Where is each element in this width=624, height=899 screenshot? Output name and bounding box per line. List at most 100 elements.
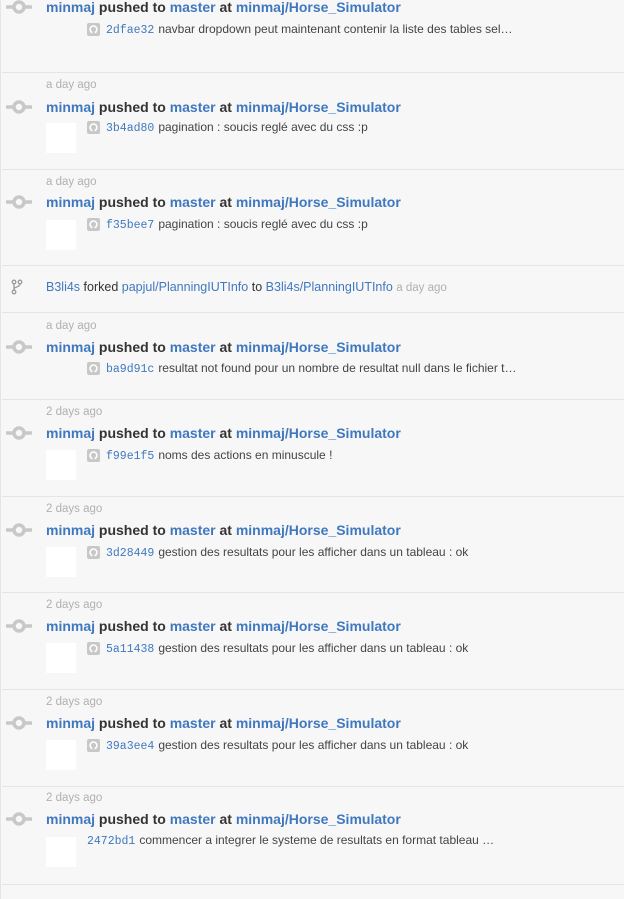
- commit-node-icon: [6, 195, 32, 209]
- source-repo-link[interactable]: papjul/PlanningIUTInfo: [122, 280, 248, 294]
- user-link[interactable]: minmaj: [46, 99, 95, 115]
- github-octocat-icon: [87, 121, 100, 134]
- avatar[interactable]: [46, 123, 76, 153]
- commit-message: gestion des resultats pour les afficher …: [158, 738, 469, 752]
- repo-link[interactable]: minmaj/Horse_Simulator: [236, 522, 401, 538]
- push-event: 2 days ago minmaj pushed to master at min…: [2, 593, 624, 690]
- event-verb: pushed to: [98, 0, 166, 15]
- commit-sha-link[interactable]: f99e1f5: [106, 450, 154, 463]
- commit-message: resultat not found pour un nombre de res…: [158, 361, 517, 375]
- user-link[interactable]: minmaj: [46, 522, 95, 538]
- repo-link[interactable]: minmaj/Horse_Simulator: [236, 715, 401, 731]
- event-verb: pushed to: [98, 618, 166, 634]
- branch-link[interactable]: master: [170, 618, 216, 634]
- repo-link[interactable]: minmaj/Horse_Simulator: [236, 425, 401, 441]
- branch-link[interactable]: master: [170, 99, 216, 115]
- event-time: 2 days ago: [46, 792, 103, 804]
- user-link[interactable]: minmaj: [46, 811, 95, 827]
- commit-line: ba9d91c resultat not found pour un nombre…: [87, 361, 517, 376]
- event-at: at: [219, 522, 232, 538]
- repo-link[interactable]: minmaj/Horse_Simulator: [236, 99, 401, 115]
- event-verb: pushed to: [98, 99, 166, 115]
- event-verb: pushed to: [98, 425, 166, 441]
- avatar[interactable]: [46, 837, 76, 867]
- branch-link[interactable]: master: [170, 522, 216, 538]
- commit-sha-link[interactable]: f35bee7: [106, 219, 154, 232]
- commit-line: 3b4ad80 pagination : soucis reglé avec du…: [87, 120, 368, 135]
- commit-sha-link[interactable]: 3b4ad80: [106, 122, 154, 135]
- user-link[interactable]: minmaj: [46, 0, 95, 15]
- commit-sha-link[interactable]: 2472bd1: [87, 835, 135, 848]
- event-title: minmaj pushed to master at minmaj/Horse_…: [46, 811, 401, 827]
- user-link[interactable]: minmaj: [46, 618, 95, 634]
- event-verb: pushed to: [98, 715, 166, 731]
- avatar[interactable]: [46, 740, 76, 770]
- push-event: a day ago minmaj pushed to master at minm…: [2, 170, 624, 266]
- event-at: at: [219, 715, 232, 731]
- push-event: 2 days ago minmaj pushed to master at min…: [2, 497, 624, 593]
- repo-link[interactable]: minmaj/Horse_Simulator: [236, 811, 401, 827]
- commit-sha-link[interactable]: 5a11438: [106, 643, 154, 656]
- commit-line: 3d28449 gestion des resultats pour les af…: [87, 545, 468, 560]
- commit-sha-link[interactable]: 2dfae32: [106, 24, 154, 37]
- branch-link[interactable]: master: [170, 194, 216, 210]
- commit-node-icon: [6, 812, 32, 826]
- push-event: a day ago minmaj pushed to master at minm…: [2, 313, 624, 400]
- event-verb: forked: [83, 280, 119, 294]
- commit-line: f99e1f5 noms des actions en minuscule !: [87, 448, 332, 463]
- github-octocat-icon: [87, 739, 100, 752]
- commit-line: 39a3ee4 gestion des resultats pour les af…: [87, 738, 468, 753]
- repo-link[interactable]: minmaj/Horse_Simulator: [236, 618, 401, 634]
- user-link[interactable]: minmaj: [46, 715, 95, 731]
- repo-link[interactable]: minmaj/Horse_Simulator: [236, 0, 401, 15]
- commit-node-icon: [6, 340, 32, 354]
- branch-link[interactable]: master: [170, 0, 216, 15]
- branch-link[interactable]: master: [170, 811, 216, 827]
- user-link[interactable]: minmaj: [46, 339, 95, 355]
- commit-message: commencer a integrer le systeme de resul…: [139, 833, 495, 847]
- news-feed: 21 hours agominmaj pushed to master at m…: [0, 0, 624, 899]
- repo-link[interactable]: minmaj/Horse_Simulator: [236, 194, 401, 210]
- user-link[interactable]: B3li4s: [46, 280, 80, 294]
- target-repo-link[interactable]: B3li4s/PlanningIUTInfo: [266, 280, 393, 294]
- avatar[interactable]: [46, 450, 76, 480]
- repo-link[interactable]: minmaj/Horse_Simulator: [236, 339, 401, 355]
- avatar[interactable]: [46, 547, 76, 577]
- commit-node-icon: [6, 426, 32, 440]
- event-at: at: [219, 811, 232, 827]
- event-at: at: [219, 618, 232, 634]
- event-to: to: [251, 280, 263, 294]
- event-time: a day ago: [46, 79, 97, 91]
- fork-event: B3li4s forked papjul/PlanningIUTInfo to …: [2, 266, 624, 313]
- branch-link[interactable]: master: [170, 425, 216, 441]
- github-octocat-icon: [87, 642, 100, 655]
- commit-node-icon: [6, 716, 32, 730]
- repo-forked-icon: [11, 279, 23, 295]
- user-link[interactable]: minmaj: [46, 425, 95, 441]
- commit-message: noms des actions en minuscule !: [158, 448, 333, 462]
- push-event: a day ago minmaj pushed to master at minm…: [2, 73, 624, 170]
- commit-sha-link[interactable]: 3d28449: [106, 547, 154, 560]
- branch-link[interactable]: master: [170, 715, 216, 731]
- event-title: minmaj pushed to master at minmaj/Horse_…: [46, 425, 401, 441]
- commit-node-icon: [6, 523, 32, 537]
- push-event: 2 days ago minmaj pushed to master at min…: [2, 400, 624, 497]
- commit-sha-link[interactable]: 39a3ee4: [106, 740, 154, 753]
- commit-line: f35bee7 pagination : soucis reglé avec du…: [87, 217, 368, 232]
- github-octocat-icon: [87, 362, 100, 375]
- fork-line: B3li4s forked papjul/PlanningIUTInfo to …: [46, 280, 447, 294]
- user-link[interactable]: minmaj: [46, 194, 95, 210]
- avatar[interactable]: [46, 220, 76, 250]
- event-time: 2 days ago: [46, 503, 103, 515]
- commit-node-icon: [6, 100, 32, 114]
- github-octocat-icon: [87, 546, 100, 559]
- event-title: minmaj pushed to master at minmaj/Horse_…: [46, 99, 401, 115]
- avatar[interactable]: [46, 643, 76, 673]
- github-octocat-icon: [87, 218, 100, 231]
- branch-link[interactable]: master: [170, 339, 216, 355]
- event-time: a day ago: [46, 320, 97, 332]
- event-at: at: [219, 339, 232, 355]
- event-time: 2 days ago: [46, 406, 103, 418]
- commit-sha-link[interactable]: ba9d91c: [106, 363, 154, 376]
- commit-node-icon: [6, 0, 32, 14]
